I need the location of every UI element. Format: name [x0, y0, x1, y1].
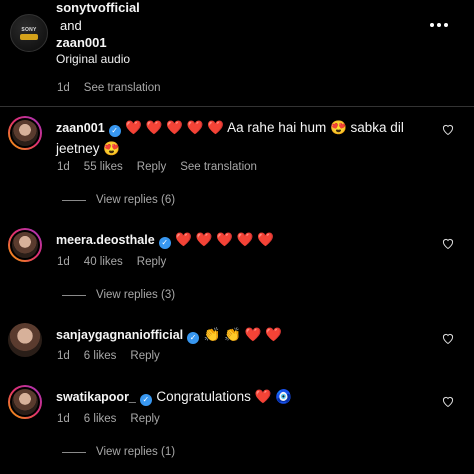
verified-badge-icon: ✓	[139, 394, 152, 406]
comment-meta: 1d 6 likes Reply	[57, 350, 160, 362]
avatar[interactable]	[8, 228, 42, 262]
comment-meta: 1d 55 likes Reply See translation	[57, 161, 257, 173]
comment-time: 1d	[57, 161, 70, 173]
see-translation-link[interactable]: See translation	[84, 82, 161, 94]
comment-meta: 1d 6 likes Reply	[57, 413, 160, 425]
header-account-2[interactable]: zaan001	[56, 35, 107, 50]
reply-button[interactable]: Reply	[137, 256, 166, 268]
view-replies-button[interactable]: View replies (6)	[62, 194, 175, 206]
original-audio-link[interactable]: Original audio	[56, 52, 130, 66]
comment-text-line1: ❤️ ❤️ ❤️ ❤️ ❤️	[175, 232, 275, 247]
comment-text-line1: Congratulations ❤️ 🧿	[156, 389, 293, 404]
header-account-1[interactable]: sonytvofficial	[56, 0, 140, 15]
like-heart-icon[interactable]	[442, 124, 454, 135]
see-translation-link[interactable]: See translation	[180, 161, 257, 173]
reply-button[interactable]: Reply	[137, 161, 166, 173]
comment-time: 1d	[57, 413, 70, 425]
view-replies-label[interactable]: View replies (6)	[96, 194, 175, 206]
comment-text-line1: ❤️ ❤️ ❤️ ❤️ ❤️ Aa rahe hai hum 😍 sabka d…	[125, 120, 404, 135]
previous-comment-meta: 1d See translation	[57, 82, 161, 94]
avatar[interactable]	[8, 323, 42, 357]
divider	[0, 106, 474, 107]
view-replies-label[interactable]: View replies (3)	[96, 289, 175, 301]
comment-text-line2: jeetney 😍	[56, 141, 121, 156]
likes-count[interactable]: 40 likes	[84, 256, 123, 268]
more-options-icon[interactable]	[430, 23, 448, 27]
comment-time: 1d	[57, 350, 70, 362]
view-replies-dash	[62, 199, 86, 201]
comment-body: meera.deosthale ✓ ❤️ ❤️ ❤️ ❤️ ❤️	[56, 231, 436, 249]
comment-meta: 1d 40 likes Reply	[57, 256, 166, 268]
comment-username[interactable]: sanjaygagnaniofficial	[56, 328, 183, 342]
comment-username[interactable]: meera.deosthale	[56, 233, 155, 247]
comment-body: sanjaygagnaniofficial ✓ 👏 👏 ❤️ ❤️	[56, 326, 436, 344]
comment-username[interactable]: zaan001	[56, 121, 105, 135]
view-replies-dash	[62, 451, 86, 453]
comment-time: 1d	[57, 256, 70, 268]
sony-logo-bar	[20, 33, 38, 40]
sony-logo: SONY	[21, 26, 37, 33]
avatar[interactable]	[8, 385, 42, 419]
comment-time: 1d	[57, 82, 70, 94]
view-replies-button[interactable]: View replies (3)	[62, 289, 175, 301]
likes-count[interactable]: 55 likes	[84, 161, 123, 173]
like-heart-icon[interactable]	[442, 238, 454, 249]
reply-button[interactable]: Reply	[130, 350, 159, 362]
likes-count[interactable]: 6 likes	[84, 413, 117, 425]
view-replies-label[interactable]: View replies (1)	[96, 446, 175, 458]
like-heart-icon[interactable]	[442, 333, 454, 344]
comment-text-line1: 👏 👏 ❤️ ❤️	[203, 327, 283, 342]
avatar[interactable]	[8, 116, 42, 150]
verified-badge-icon: ✓	[187, 332, 200, 344]
view-replies-button[interactable]: View replies (1)	[62, 446, 175, 458]
comment-body: zaan001 ✓ ❤️ ❤️ ❤️ ❤️ ❤️ Aa rahe hai hum …	[56, 119, 436, 157]
sony-account-avatar[interactable]: SONY	[10, 14, 48, 52]
view-replies-dash	[62, 294, 86, 296]
verified-badge-icon: ✓	[108, 125, 121, 137]
likes-count[interactable]: 6 likes	[84, 350, 117, 362]
comment-username[interactable]: swatikapoor_	[56, 390, 136, 404]
comment-body: swatikapoor_ ✓ Congratulations ❤️ 🧿	[56, 388, 436, 406]
header-connector: and	[60, 18, 82, 33]
verified-badge-icon: ✓	[158, 237, 171, 249]
reply-button[interactable]: Reply	[130, 413, 159, 425]
like-heart-icon[interactable]	[442, 396, 454, 407]
